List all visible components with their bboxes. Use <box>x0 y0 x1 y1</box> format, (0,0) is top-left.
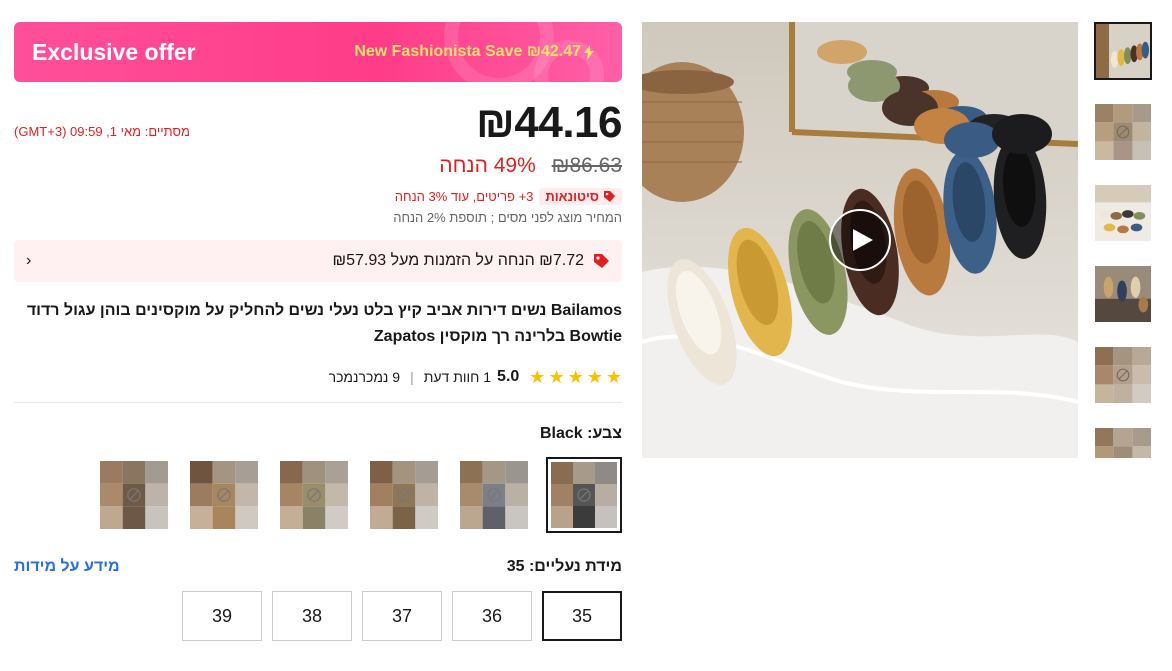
coupon-text: ₪7.72 הנחה על הזמנות מעל ₪57.93 <box>332 252 584 269</box>
image-placeholder-icon <box>100 461 168 529</box>
coupon-tag-icon <box>594 254 609 268</box>
color-label: צבע: Black <box>539 425 622 442</box>
discount-row: ₪86.63 49% הנחה <box>14 154 622 180</box>
size-header: מידת נעליים: 35 מידע על מידות <box>14 557 622 577</box>
banner-save-amount: New Fashionista Save ₪42.47 <box>354 43 581 60</box>
discount-percent: 49% הנחה <box>439 154 536 177</box>
price-row: ₪44.16 מסתיים: מאי 1, 09:59 (GMT+3) <box>14 98 623 150</box>
color-swatches <box>14 457 622 533</box>
thumbnail-image[interactable] <box>1094 103 1152 161</box>
size-label: מידת נעליים: 35 <box>506 558 622 575</box>
star-icon: ★ <box>605 367 622 387</box>
sold-count: 9 נמכרנמכר <box>328 369 401 385</box>
tag-icon <box>604 190 615 202</box>
thumbnail-image[interactable] <box>1094 184 1152 242</box>
exclusive-offer-banner[interactable]: Exclusive offer New Fashionista Save ₪42… <box>14 22 622 82</box>
color-swatch[interactable] <box>366 457 442 533</box>
star-icon: ★ <box>586 367 603 387</box>
deal-timer: מסתיים: מאי 1, 09:59 (GMT+3) <box>14 124 190 139</box>
lightning-icon <box>584 44 594 60</box>
color-swatch[interactable] <box>546 457 622 533</box>
coupon-content: ₪7.72 הנחה על הזמנות מעל ₪57.93 <box>333 252 610 270</box>
tax-note: המחיר מוצג לפני מסים ; תוספת 2% הנחה <box>393 210 622 225</box>
image-placeholder-icon <box>280 461 348 529</box>
size-options: 35 36 37 38 39 <box>14 591 622 641</box>
image-placeholder-icon <box>551 462 617 528</box>
size-guide-link[interactable]: מידע על מידות <box>14 558 120 576</box>
original-price: ₪86.63 <box>551 154 622 177</box>
thumbnail-image[interactable] <box>1094 346 1152 404</box>
thumbnail-image[interactable] <box>1094 427 1152 458</box>
star-icon: ★ <box>567 367 584 387</box>
color-swatch[interactable] <box>186 457 262 533</box>
image-placeholder-icon <box>1095 347 1151 403</box>
thumbnail-list <box>1094 22 1154 458</box>
reviews-count[interactable]: 1 חוות דעת <box>424 369 491 385</box>
coupon-banner[interactable]: ₪7.72 הנחה על הזמנות מעל ₪57.93 ‹ <box>14 240 622 282</box>
chevron-left-icon: ‹ <box>26 252 32 269</box>
play-icon <box>852 229 873 251</box>
wholesale-badge-label: סיטונאות <box>545 188 599 204</box>
current-price: ₪44.16 <box>476 98 623 147</box>
size-option[interactable]: 39 <box>182 591 262 641</box>
star-rating[interactable]: ★ ★ ★ ★ ★ <box>529 368 622 386</box>
banner-save-text: New Fashionista Save ₪42.47 <box>354 43 594 61</box>
rating-row: ★ ★ ★ ★ ★ 5.0 1 חוות דעת | 9 נמכרנמכר <box>14 366 622 388</box>
product-title: Bailamos נשים דירות אביב קיץ בלט נעלי נש… <box>26 302 622 345</box>
color-swatch[interactable] <box>276 457 352 533</box>
star-icon: ★ <box>529 367 546 387</box>
separator: | <box>410 369 414 385</box>
color-swatch[interactable] <box>456 457 532 533</box>
color-swatch[interactable] <box>96 457 172 533</box>
rating-value: 5.0 <box>497 368 520 385</box>
wholesale-text: 3+ פריטים, עוד 3% הנחה <box>394 188 534 204</box>
product-info-panel: Exclusive offer New Fashionista Save ₪42… <box>14 22 623 641</box>
star-icon: ★ <box>548 367 565 387</box>
divider <box>14 402 622 403</box>
thumbnail-image[interactable] <box>1094 265 1152 323</box>
image-placeholder-icon <box>1095 104 1151 160</box>
wholesale-row: סיטונאות 3+ פריטים, עוד 3% הנחה <box>14 186 622 206</box>
size-option[interactable]: 37 <box>362 591 442 641</box>
play-video-button[interactable] <box>829 209 891 271</box>
size-option[interactable]: 36 <box>452 591 532 641</box>
banner-title: Exclusive offer <box>32 38 196 65</box>
thumbnail-shoes-photo <box>1095 266 1151 322</box>
image-placeholder-icon <box>370 461 438 529</box>
image-placeholder-icon <box>460 461 528 529</box>
wholesale-badge: סיטונאות <box>539 187 622 205</box>
thumbnail-shoes-photo <box>1096 24 1150 78</box>
size-option[interactable]: 38 <box>272 591 352 641</box>
thumbnail-image[interactable] <box>1094 22 1152 80</box>
size-option[interactable]: 35 <box>542 591 622 641</box>
image-placeholder-icon <box>1095 428 1151 458</box>
image-placeholder-icon <box>190 461 258 529</box>
thumbnail-shoes-photo <box>1095 185 1151 241</box>
